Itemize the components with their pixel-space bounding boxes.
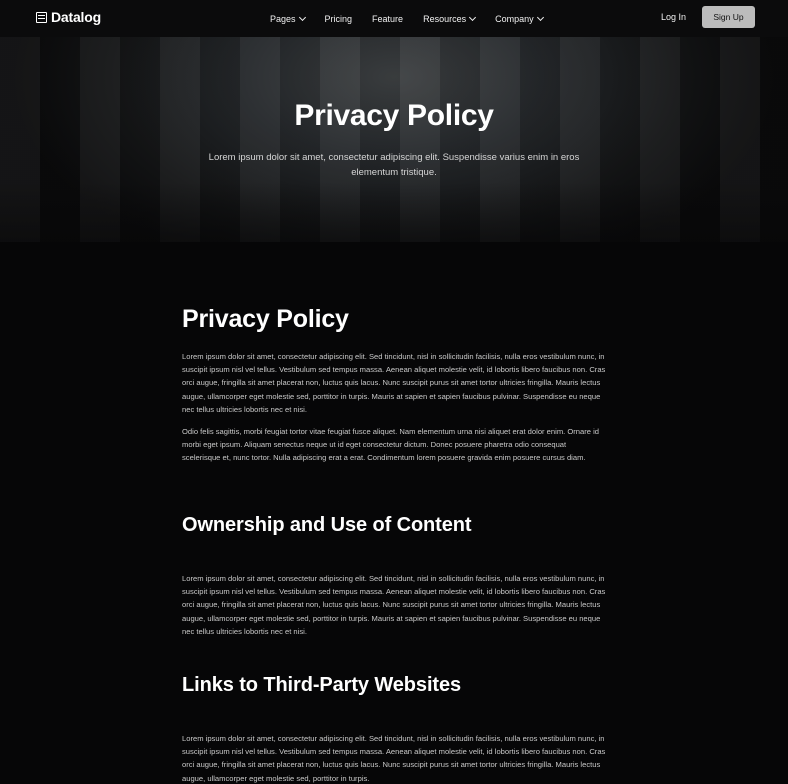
chevron-down-icon: [469, 13, 477, 21]
chevron-down-icon: [298, 13, 306, 21]
page-title: Privacy Policy: [294, 99, 494, 132]
top-navbar: Datalog Pages Pricing Feature Resources …: [0, 0, 788, 37]
section-paragraph: Lorem ipsum dolor sit amet, consectetur …: [182, 574, 606, 636]
nav-item-label: Pages: [270, 13, 296, 24]
nav-item-resources[interactable]: Resources: [423, 13, 477, 24]
chevron-down-icon: [536, 13, 544, 21]
section-paragraph: Lorem ipsum dolor sit amet, consectetur …: [182, 734, 606, 783]
brand-logo[interactable]: Datalog: [36, 9, 101, 25]
nav-item-pricing[interactable]: Pricing: [325, 14, 353, 24]
section-heading-ownership: Ownership and Use of Content: [182, 514, 472, 536]
section-paragraph: Odio felis sagittis, morbi feugiat torto…: [182, 427, 600, 463]
section-paragraph: Lorem ipsum dolor sit amet, consectetur …: [182, 352, 606, 414]
section-heading-third-party-links: Links to Third-Party Websites: [182, 674, 462, 696]
nav-item-label: Feature: [372, 13, 404, 24]
nav-item-label: Pricing: [324, 13, 353, 24]
login-link[interactable]: Log In: [661, 12, 686, 22]
nav-item-company[interactable]: Company: [495, 13, 544, 24]
hero-banner: Privacy Policy Lorem ipsum dolor sit ame…: [0, 37, 788, 242]
main-menu: Pages Pricing Feature Resources Company: [270, 0, 563, 37]
page: Datalog Pages Pricing Feature Resources …: [0, 0, 788, 784]
brand-name: Datalog: [51, 9, 101, 25]
nav-item-feature[interactable]: Feature: [372, 14, 403, 24]
hero-subtitle: Lorem ipsum dolor sit amet, consectetur …: [208, 152, 580, 178]
section-heading-privacy-policy: Privacy Policy: [182, 305, 349, 333]
signup-button[interactable]: Sign Up: [702, 6, 755, 28]
nav-item-pages[interactable]: Pages: [270, 13, 306, 24]
nav-item-label: Resources: [423, 13, 467, 24]
nav-item-label: Company: [495, 13, 534, 24]
database-icon: [36, 11, 47, 23]
